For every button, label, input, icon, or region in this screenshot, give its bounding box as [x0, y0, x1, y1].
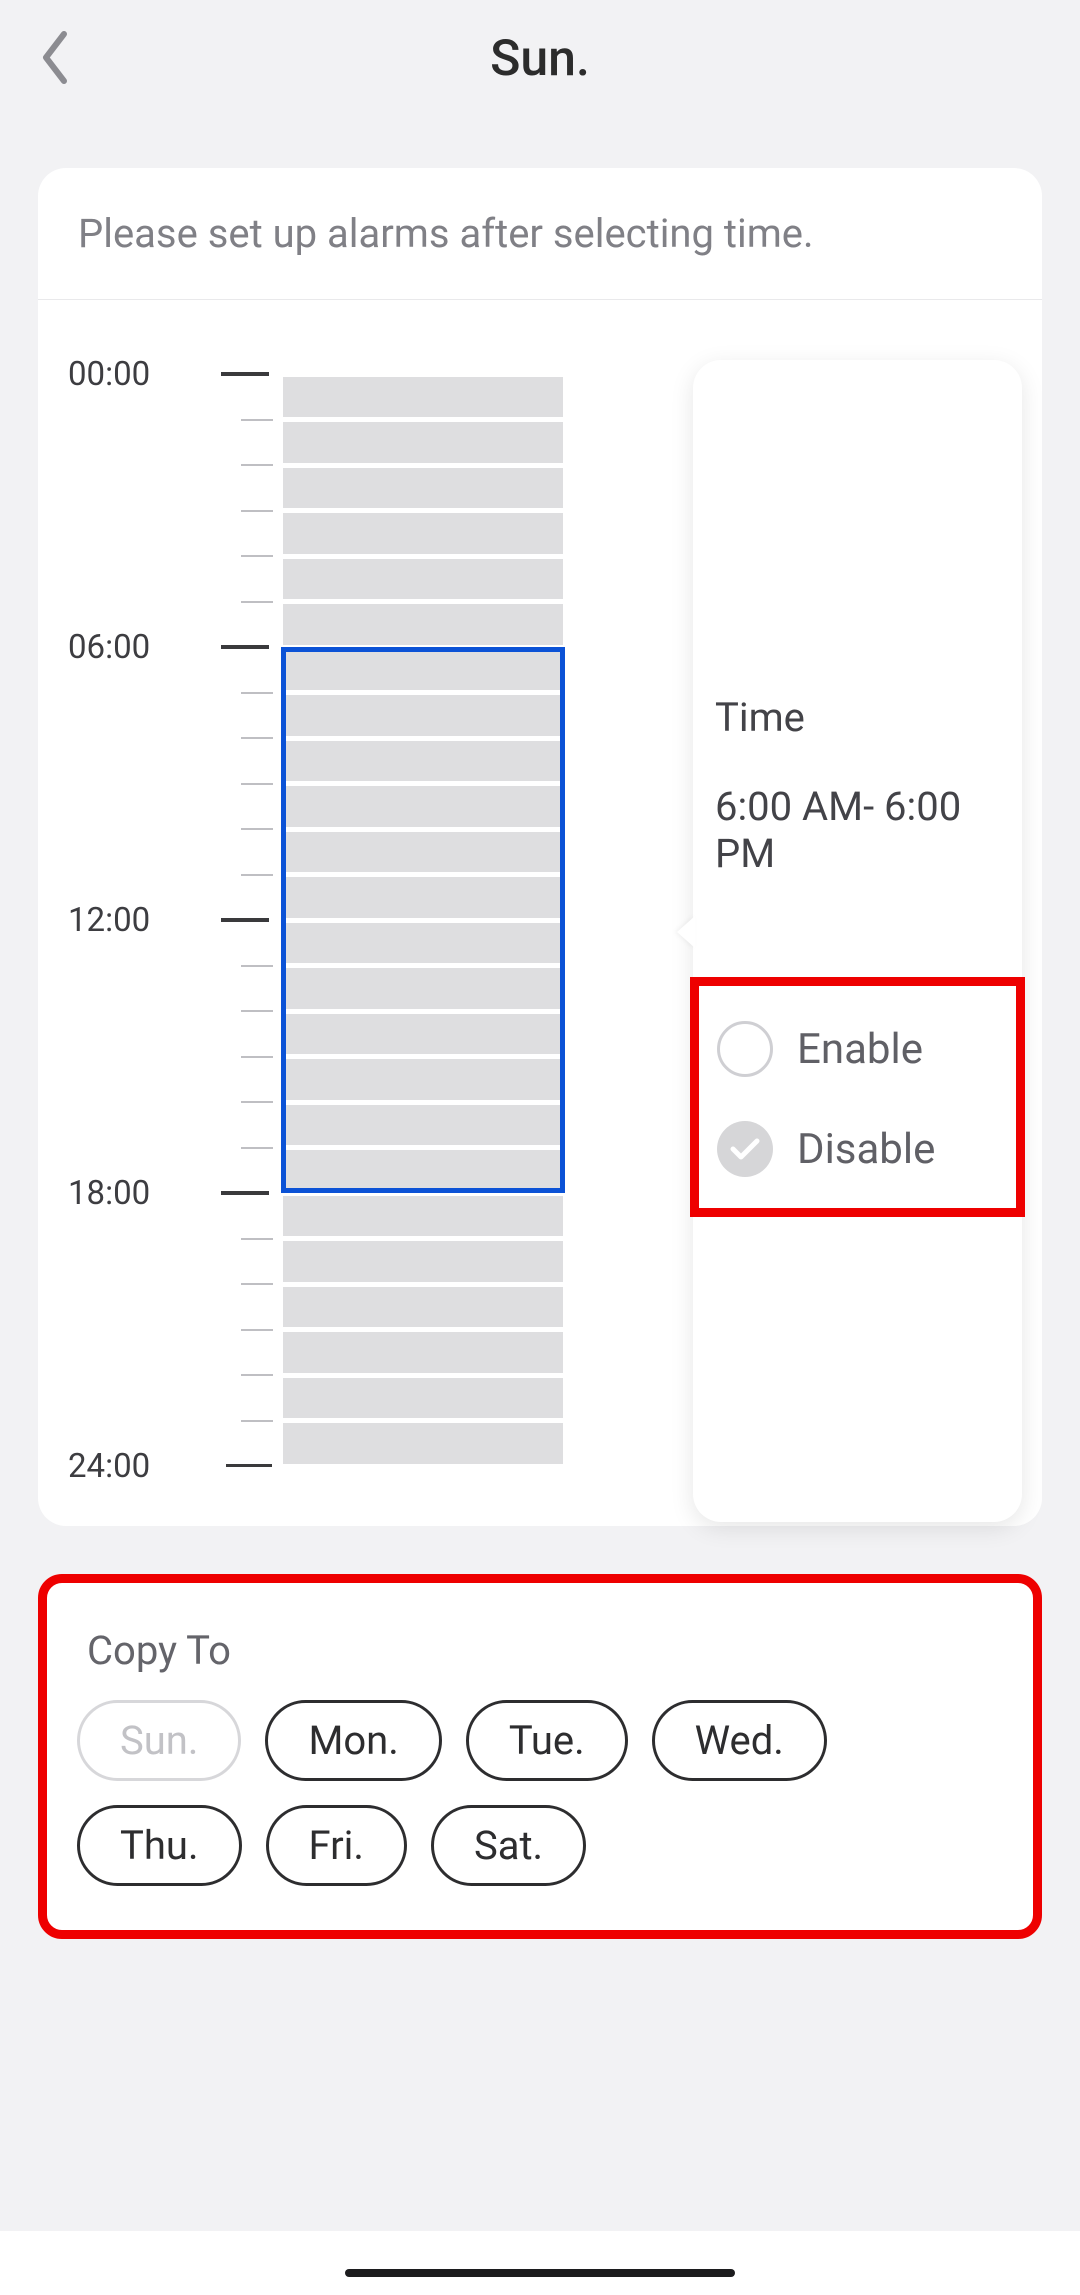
- copy-to-card: Copy To Sun. Mon. Tue. Wed. Thu. Fri. Sat.: [38, 1574, 1042, 1939]
- time-slot[interactable]: [283, 377, 563, 418]
- time-slot[interactable]: [283, 1378, 563, 1419]
- time-slot-grid[interactable]: [283, 374, 563, 1466]
- time-slot[interactable]: [283, 923, 563, 964]
- time-slot[interactable]: [283, 1014, 563, 1055]
- copy-to-day-chip[interactable]: Fri.: [266, 1805, 407, 1886]
- time-slot[interactable]: [283, 968, 563, 1009]
- time-label: 00:00: [68, 355, 150, 394]
- option-disable[interactable]: Disable: [717, 1114, 998, 1184]
- enable-disable-group: Enable Disable: [690, 977, 1025, 1217]
- schedule-card: Please set up alarms after selecting tim…: [38, 168, 1042, 1526]
- time-slot[interactable]: [283, 877, 563, 918]
- copy-to-chips: Sun. Mon. Tue. Wed. Thu. Fri. Sat.: [77, 1700, 1003, 1886]
- time-label: 24:00: [68, 1447, 150, 1486]
- time-axis: 00:0006:0012:0018:0024:00: [68, 374, 283, 1466]
- time-slot[interactable]: [283, 1105, 563, 1146]
- time-slot[interactable]: [283, 1241, 563, 1282]
- instruction-text: Please set up alarms after selecting tim…: [38, 168, 1042, 300]
- page-title: Sun.: [0, 30, 1080, 88]
- time-slot[interactable]: [283, 604, 563, 645]
- time-slot[interactable]: [283, 832, 563, 873]
- time-label: 12:00: [68, 901, 150, 940]
- time-slot[interactable]: [283, 559, 563, 600]
- time-label: 18:00: [68, 1174, 150, 1213]
- copy-to-day-chip[interactable]: Tue.: [466, 1700, 628, 1781]
- time-slot[interactable]: [283, 741, 563, 782]
- panel-time-label: Time: [715, 694, 1000, 741]
- chevron-left-icon: [40, 30, 70, 89]
- time-slot[interactable]: [283, 1423, 563, 1464]
- panel-time-range: 6:00 AM- 6:00 PM: [715, 783, 1000, 877]
- back-button[interactable]: [35, 24, 75, 94]
- copy-to-day-chip[interactable]: Sat.: [431, 1805, 586, 1886]
- radio-checked-icon: [717, 1121, 773, 1177]
- time-slot[interactable]: [283, 650, 563, 691]
- time-label: 06:00: [68, 628, 150, 667]
- option-disable-label: Disable: [797, 1125, 935, 1174]
- radio-unchecked-icon: [717, 1021, 773, 1077]
- copy-to-day-chip[interactable]: Mon.: [265, 1700, 441, 1781]
- time-slot[interactable]: [283, 422, 563, 463]
- time-detail-panel: Time 6:00 AM- 6:00 PM Enable Disable: [693, 360, 1022, 1522]
- option-enable-label: Enable: [797, 1025, 923, 1074]
- time-slot[interactable]: [283, 1196, 563, 1237]
- copy-to-title: Copy To: [87, 1627, 1003, 1674]
- time-slot[interactable]: [283, 1332, 563, 1373]
- time-slot[interactable]: [283, 1059, 563, 1100]
- time-slot[interactable]: [283, 1150, 563, 1191]
- copy-to-day-chip[interactable]: Thu.: [77, 1805, 242, 1886]
- time-slot[interactable]: [283, 1287, 563, 1328]
- time-slot[interactable]: [283, 513, 563, 554]
- option-enable[interactable]: Enable: [717, 1014, 998, 1084]
- time-slot[interactable]: [283, 786, 563, 827]
- home-indicator: [345, 2269, 735, 2277]
- time-slot[interactable]: [283, 468, 563, 509]
- time-slot[interactable]: [283, 695, 563, 736]
- copy-to-day-chip[interactable]: Wed.: [652, 1700, 827, 1781]
- copy-to-day-chip: Sun.: [77, 1700, 241, 1781]
